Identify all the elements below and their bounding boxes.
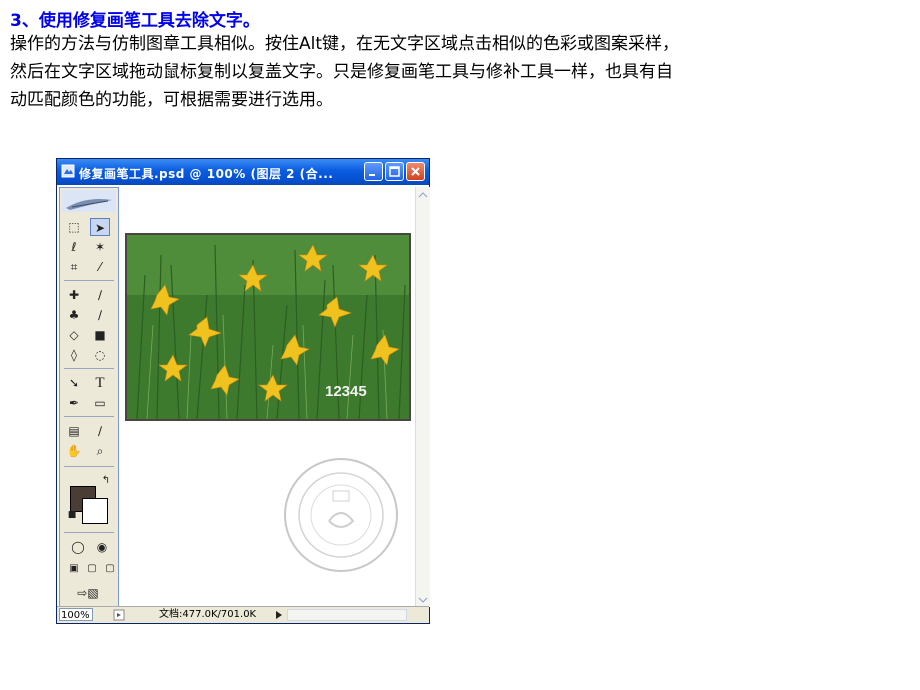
crop-tool-icon[interactable]: ⌗ <box>64 258 84 276</box>
gradient-tool-icon[interactable]: ■ <box>90 326 110 344</box>
document-size-info: 文档:477.0K/701.0K <box>159 609 257 620</box>
watermark-stamp <box>284 458 398 572</box>
zoom-tool-icon[interactable]: ⌕ <box>90 442 110 460</box>
toolbox-panel: ⬚ ➤ ℓ ✶ ⌗ ⁄ ✚ ∕ ♣ ∕ ◇ ■ ◊ ◌ ➘ T ✒ ▭ ▤ ∕ … <box>59 187 119 607</box>
jump-to-imageready-icon[interactable]: ⇨▧ <box>68 584 108 602</box>
background-color-swatch[interactable] <box>82 498 108 524</box>
status-menu-icon[interactable] <box>113 609 125 621</box>
flower-photo: 12345 <box>125 233 411 421</box>
eyedropper-tool-icon[interactable]: ∕ <box>90 422 110 440</box>
blur-tool-icon[interactable]: ◊ <box>64 346 84 364</box>
scroll-up-icon[interactable] <box>416 188 430 202</box>
pen-tool-icon[interactable]: ✒ <box>64 394 84 412</box>
maximize-icon <box>389 166 400 177</box>
default-colors-icon[interactable]: ■ <box>62 506 82 524</box>
vertical-scrollbar[interactable] <box>415 187 430 607</box>
toolbox-divider <box>64 532 114 533</box>
paragraph-line: 动匹配颜色的功能，可根据需要进行选用。 <box>10 90 333 110</box>
zoom-field[interactable]: 100% <box>59 608 93 621</box>
title-bar[interactable]: 修复画笔工具.psd @ 100% (图层 2 (合... <box>57 159 429 185</box>
paragraph-line: 然后在文字区域拖动鼠标复制以复盖文字。只是修复画笔工具与修补工具一样，也具有自 <box>10 62 673 82</box>
document-canvas[interactable]: 12345 <box>121 187 415 607</box>
standard-mode-icon[interactable]: ◯ <box>68 538 88 556</box>
scroll-down-icon[interactable] <box>416 593 430 607</box>
eraser-tool-icon[interactable]: ◇ <box>64 326 84 344</box>
move-tool-icon[interactable]: ➤ <box>90 218 110 236</box>
notes-tool-icon[interactable]: ▤ <box>64 422 84 440</box>
toolbox-divider <box>64 466 114 467</box>
document-icon <box>61 164 75 178</box>
screen-mode-standard-icon[interactable]: ▣ <box>64 560 84 578</box>
shape-tool-icon[interactable]: ▭ <box>90 394 110 412</box>
quick-mask-mode-icon[interactable]: ◉ <box>92 538 112 556</box>
close-button[interactable] <box>406 162 425 181</box>
screen-mode-full-icon[interactable]: ▢ <box>100 560 120 578</box>
paragraph-line: 操作的方法与仿制图章工具相似。按住Alt键，在无文字区域点击相似的色彩或图案采样… <box>10 34 680 54</box>
section-heading: 3、使用修复画笔工具去除文字。 <box>10 11 260 31</box>
close-icon <box>411 167 420 176</box>
marquee-tool-icon[interactable]: ⬚ <box>64 218 84 236</box>
horizontal-scrollbar[interactable] <box>287 609 407 621</box>
maximize-button[interactable] <box>385 162 404 181</box>
photoshop-document-window: 修复画笔工具.psd @ 100% (图层 2 (合... ⬚ ➤ ℓ ✶ ⌗ … <box>56 158 430 624</box>
minimize-button[interactable] <box>364 162 383 181</box>
status-bar: 100% 文档:477.0K/701.0K <box>57 606 429 623</box>
clone-stamp-tool-icon[interactable]: ♣ <box>64 306 84 324</box>
healing-brush-tool-icon[interactable]: ✚ <box>64 286 84 304</box>
brush-tool-icon[interactable]: ∕ <box>90 286 110 304</box>
slice-tool-icon[interactable]: ⁄ <box>90 258 110 276</box>
screen-mode-full-menu-icon[interactable]: ▢ <box>82 560 102 578</box>
window-title: 修复画笔工具.psd @ 100% (图层 2 (合... <box>79 167 334 181</box>
toolbox-divider <box>64 368 114 369</box>
minimize-icon <box>369 174 375 176</box>
status-arrow-icon[interactable] <box>273 609 285 621</box>
instruction-paragraph: 操作的方法与仿制图章工具相似。按住Alt键，在无文字区域点击相似的色彩或图案采样… <box>10 30 915 114</box>
lasso-tool-icon[interactable]: ℓ <box>64 238 84 256</box>
history-brush-tool-icon[interactable]: ∕ <box>90 306 110 324</box>
toolbox-divider <box>64 280 114 281</box>
path-selection-tool-icon[interactable]: ➘ <box>64 374 84 392</box>
swap-colors-icon[interactable]: ↰ <box>96 472 116 490</box>
dodge-tool-icon[interactable]: ◌ <box>90 346 110 364</box>
hand-tool-icon[interactable]: ✋ <box>64 442 84 460</box>
feather-logo-icon[interactable] <box>62 190 116 212</box>
magic-wand-tool-icon[interactable]: ✶ <box>90 238 110 256</box>
type-tool-icon[interactable]: T <box>90 374 110 392</box>
toolbox-divider <box>64 416 114 417</box>
photo-overlay-text: 12345 <box>325 383 367 400</box>
